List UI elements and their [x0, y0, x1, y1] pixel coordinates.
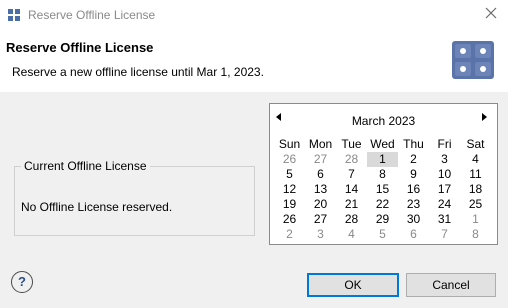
calendar-day[interactable]: 4 — [460, 152, 491, 167]
license-badge-icon — [452, 41, 494, 79]
next-month-arrow-icon[interactable] — [482, 113, 487, 121]
help-icon[interactable]: ? — [11, 271, 33, 293]
calendar-day[interactable]: 25 — [460, 197, 491, 212]
current-license-status: No Offline License reserved. — [21, 200, 173, 214]
calendar-day-selected[interactable]: 1 — [367, 152, 398, 167]
dialog-header: Reserve Offline License Reserve a new of… — [0, 30, 508, 92]
calendar-day[interactable]: 7 — [336, 167, 367, 182]
calendar-day[interactable]: 18 — [460, 182, 491, 197]
calendar-day[interactable]: 2 — [398, 152, 429, 167]
calendar-day[interactable]: 4 — [336, 227, 367, 242]
calendar-day[interactable]: 31 — [429, 212, 460, 227]
title-bar: Reserve Offline License — [0, 0, 508, 30]
calendar-day[interactable]: 29 — [367, 212, 398, 227]
calendar-day[interactable]: 6 — [398, 227, 429, 242]
calendar-day[interactable]: 5 — [367, 227, 398, 242]
window-title: Reserve Offline License — [28, 8, 156, 22]
calendar-day[interactable]: 2 — [274, 227, 305, 242]
calendar-day[interactable]: 24 — [429, 197, 460, 212]
calendar-day[interactable]: 23 — [398, 197, 429, 212]
calendar-day[interactable]: 27 — [305, 212, 336, 227]
calendar-day[interactable]: 3 — [429, 152, 460, 167]
calendar-day[interactable]: 28 — [336, 212, 367, 227]
weekday-header: Thu — [403, 137, 424, 151]
weekday-header: Fri — [437, 137, 452, 151]
calendar-day[interactable]: 1 — [460, 212, 491, 227]
weekday-header: Sun — [278, 137, 301, 151]
calendar-day[interactable]: 16 — [398, 182, 429, 197]
current-license-label: Current Offline License — [21, 159, 150, 173]
close-icon[interactable] — [484, 6, 498, 20]
ok-button[interactable]: OK — [307, 273, 399, 297]
calendar-day[interactable]: 13 — [305, 182, 336, 197]
calendar-day[interactable]: 11 — [460, 167, 491, 182]
date-picker-calendar[interactable]: March 2023 Sun Mon Tue Wed Thu Fri Sat 26 27 28 1 2… — [269, 103, 498, 245]
calendar-day[interactable]: 22 — [367, 197, 398, 212]
calendar-grid: Sun Mon Tue Wed Thu Fri Sat 26 27 28 1 2 3 4 5 6 7 8 9 10 11… — [274, 137, 491, 242]
weekday-header: Mon — [308, 137, 333, 151]
app-grid-icon — [8, 9, 20, 21]
calendar-day[interactable]: 14 — [336, 182, 367, 197]
calendar-day[interactable]: 6 — [305, 167, 336, 182]
calendar-day[interactable]: 8 — [367, 167, 398, 182]
weekday-header: Wed — [370, 137, 395, 151]
calendar-day[interactable]: 17 — [429, 182, 460, 197]
weekday-header: Tue — [341, 137, 362, 151]
dialog-subtitle: Reserve a new offline license until Mar … — [12, 65, 264, 79]
weekday-header: Sat — [466, 137, 485, 151]
calendar-day[interactable]: 15 — [367, 182, 398, 197]
calendar-day[interactable]: 26 — [274, 212, 305, 227]
dialog-title: Reserve Offline License — [6, 40, 154, 55]
calendar-day[interactable]: 5 — [274, 167, 305, 182]
calendar-day[interactable]: 28 — [336, 152, 367, 167]
calendar-day[interactable]: 21 — [336, 197, 367, 212]
cancel-button[interactable]: Cancel — [406, 273, 496, 297]
calendar-day[interactable]: 12 — [274, 182, 305, 197]
calendar-day[interactable]: 9 — [398, 167, 429, 182]
calendar-day[interactable]: 3 — [305, 227, 336, 242]
calendar-day[interactable]: 20 — [305, 197, 336, 212]
current-license-group: Current Offline License No Offline Licen… — [14, 159, 255, 236]
calendar-day[interactable]: 30 — [398, 212, 429, 227]
calendar-day[interactable]: 26 — [274, 152, 305, 167]
calendar-month-label: March 2023 — [351, 114, 416, 128]
calendar-day[interactable]: 7 — [429, 227, 460, 242]
calendar-day[interactable]: 8 — [460, 227, 491, 242]
calendar-day[interactable]: 10 — [429, 167, 460, 182]
calendar-day[interactable]: 19 — [274, 197, 305, 212]
calendar-day[interactable]: 27 — [305, 152, 336, 167]
